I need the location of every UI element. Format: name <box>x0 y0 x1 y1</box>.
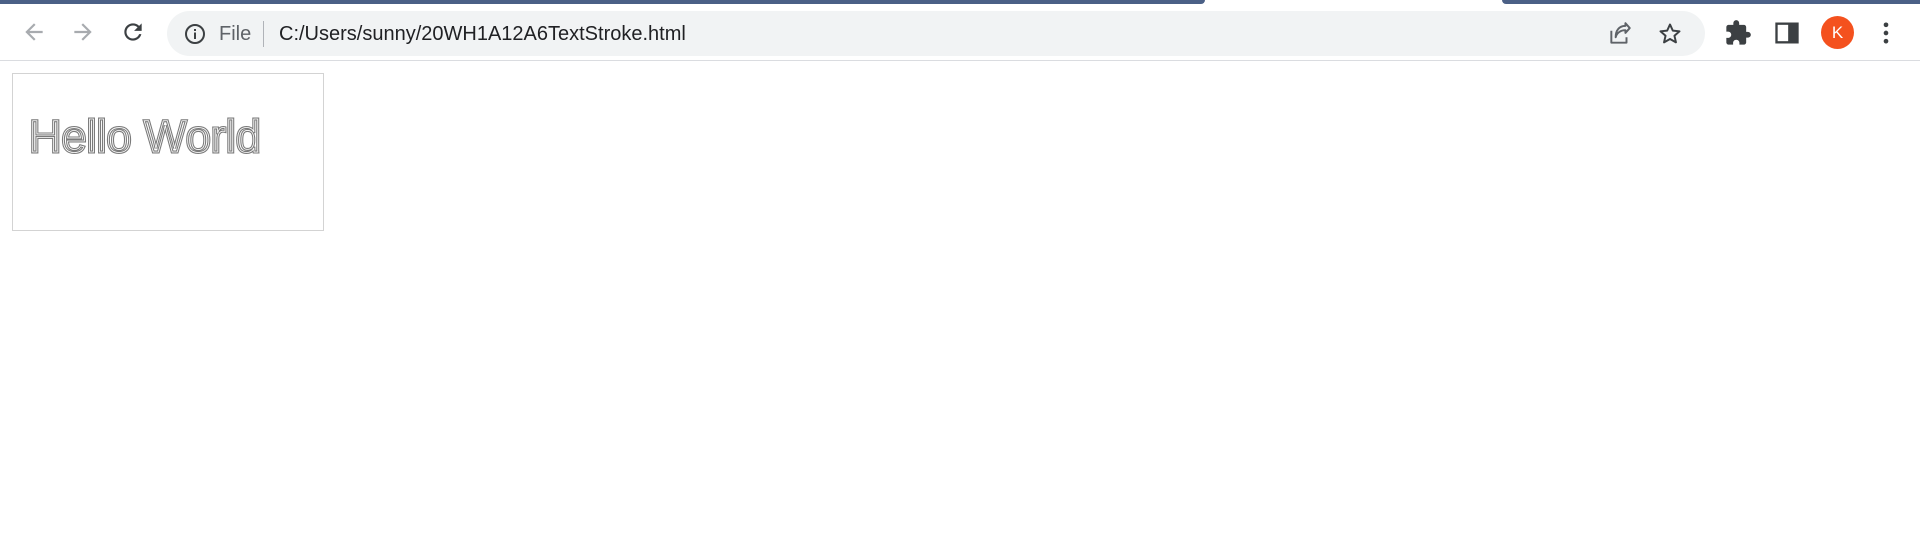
url-text[interactable]: C:/Users/sunny/20WH1A12A6TextStroke.html <box>279 22 686 46</box>
arrow-left-icon <box>25 23 43 41</box>
browser-toolbar: File C:/Users/sunny/20WH1A12A6TextStroke… <box>0 4 1920 61</box>
profile-avatar[interactable]: K <box>1821 16 1854 49</box>
share-icon[interactable] <box>1607 21 1633 47</box>
side-panel-icon[interactable] <box>1773 19 1801 47</box>
reload-icon <box>124 23 142 41</box>
star-icon[interactable] <box>1657 21 1683 47</box>
forward-button[interactable] <box>67 16 99 48</box>
kebab-menu-icon[interactable] <box>1872 19 1900 47</box>
omnibox-divider <box>263 21 264 47</box>
info-icon[interactable] <box>183 22 207 46</box>
address-bar[interactable]: File C:/Users/sunny/20WH1A12A6TextStroke… <box>167 11 1705 56</box>
back-button[interactable] <box>18 16 50 48</box>
canvas: Hello World Hello World <box>12 73 324 231</box>
page-content: Hello World Hello World <box>0 61 1920 558</box>
profile-initial: K <box>1831 22 1844 42</box>
site-scheme-label[interactable]: File <box>219 23 251 45</box>
canvas-text-inner-stroke: Hello World <box>29 111 261 162</box>
puzzle-icon[interactable] <box>1724 19 1752 47</box>
canvas-drawing: Hello World Hello World <box>28 110 263 164</box>
arrow-right-icon <box>74 23 92 41</box>
reload-button[interactable] <box>117 16 149 48</box>
